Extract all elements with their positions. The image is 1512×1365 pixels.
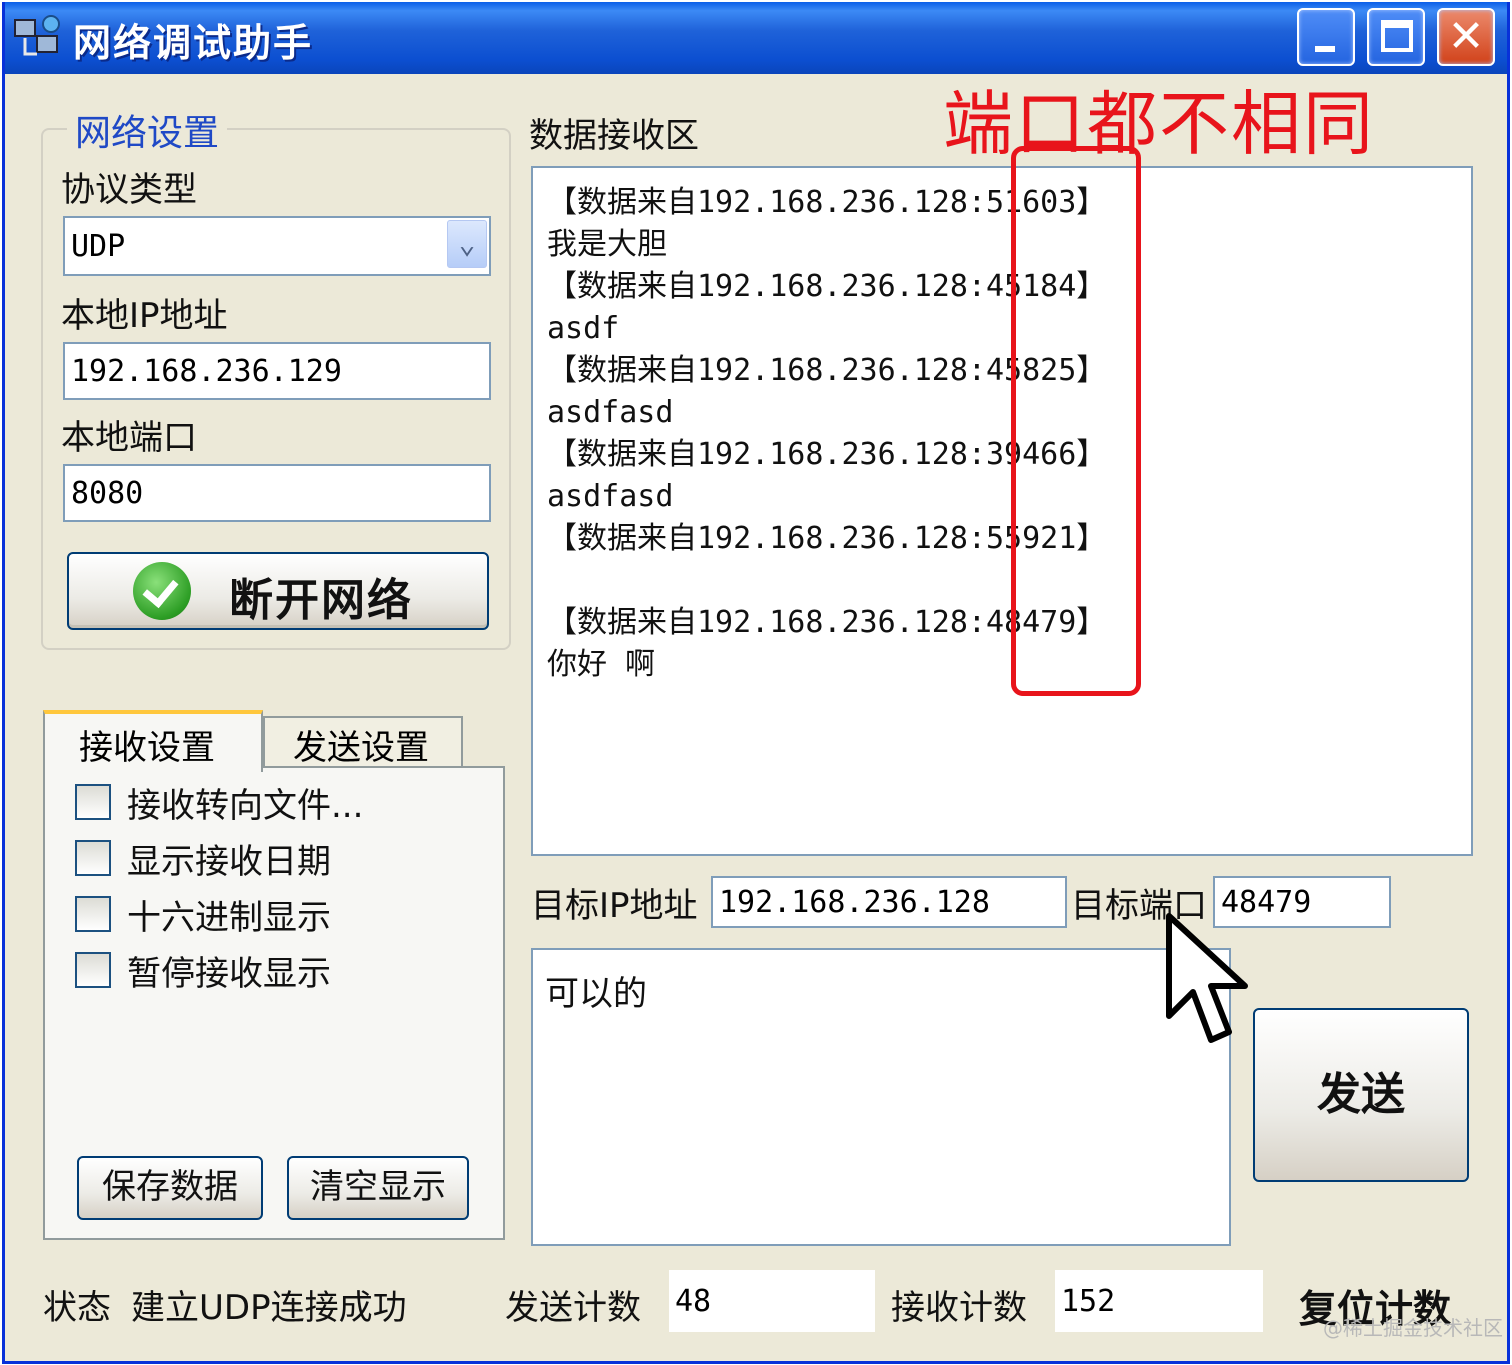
option-label: 接收转向文件... [127,778,363,827]
checkbox[interactable] [75,896,111,932]
option-pause-display[interactable]: 暂停接收显示 [75,948,331,992]
minimize-icon [1315,46,1335,52]
protocol-select[interactable]: UDP ⌄ [63,216,491,276]
receive-textarea[interactable]: 【数据来自192.168.236.128:51603】 我是大胆 【数据来自19… [531,166,1473,856]
option-label: 十六进制显示 [127,890,331,939]
receive-area-label: 数据接收区 [529,108,699,157]
checkbox[interactable] [75,840,111,876]
mouse-cursor-icon [1165,912,1255,1052]
local-ip-label: 本地IP地址 [61,288,228,337]
recv-line [547,560,1471,602]
checkbox[interactable] [75,952,111,988]
option-show-date[interactable]: 显示接收日期 [75,836,331,880]
option-label: 暂停接收显示 [127,946,331,995]
maximize-icon [1381,20,1413,52]
target-ip-label: 目标IP地址 [531,878,698,927]
recv-line: 【数据来自192.168.236.128:39466】 [547,434,1471,476]
sent-count-label: 发送计数 [505,1280,641,1329]
recv-line: 【数据来自192.168.236.128:48479】 [547,602,1471,644]
recv-line: asdfasd [547,476,1471,518]
local-port-label: 本地端口 [61,410,197,459]
recv-line: 【数据来自192.168.236.128:51603】 [547,182,1471,224]
disconnect-button-label: 断开网络 [229,564,413,628]
recv-line: 你好 啊 [547,644,1471,686]
window-title: 网络调试助手 [73,12,313,67]
close-icon: ✕ [1439,10,1493,64]
title-bar[interactable]: 网络调试助手 ✕ [5,2,1507,74]
recv-count-value: 152 [1055,1270,1263,1332]
save-data-button[interactable]: 保存数据 [77,1156,263,1220]
option-hex-display[interactable]: 十六进制显示 [75,892,331,936]
status-value: 建立UDP连接成功 [131,1280,407,1329]
local-ip-input[interactable]: 192.168.236.129 [63,342,491,400]
recv-line: 【数据来自192.168.236.128:55921】 [547,518,1471,560]
clear-display-button[interactable]: 清空显示 [287,1156,469,1220]
maximize-button[interactable] [1367,8,1425,66]
recv-line: asdfasd [547,392,1471,434]
recv-line: 【数据来自192.168.236.128:45184】 [547,266,1471,308]
close-button[interactable]: ✕ [1437,8,1495,66]
recv-line: 【数据来自192.168.236.128:45825】 [547,350,1471,392]
target-ip-input[interactable]: 192.168.236.128 [711,876,1067,928]
protocol-value: UDP [71,229,125,264]
option-label: 显示接收日期 [127,834,331,883]
tab-receive-settings[interactable]: 接收设置 [43,710,263,772]
option-redirect-to-file[interactable]: 接收转向文件... [75,780,363,824]
send-button[interactable]: 发送 [1253,1008,1469,1182]
recv-line: 我是大胆 [547,224,1471,266]
tab-send-settings[interactable]: 发送设置 [263,716,463,766]
annotation-text: 端口都不相同 [943,68,1375,169]
protocol-label: 协议类型 [61,162,197,211]
disconnect-button[interactable]: 断开网络 [67,552,489,630]
check-circle-icon [133,562,191,620]
sent-count-value: 48 [669,1270,875,1332]
status-label: 状态 [43,1280,111,1329]
minimize-button[interactable] [1297,8,1355,66]
watermark: @稀土掘金技术社区 [1323,1312,1503,1341]
network-computers-icon [13,14,63,64]
network-settings-legend: 网络设置 [67,104,227,156]
recv-line: asdf [547,308,1471,350]
local-port-input[interactable]: 8080 [63,464,491,522]
annotation-highlight-box [1011,146,1141,696]
checkbox[interactable] [75,784,111,820]
recv-count-label: 接收计数 [891,1280,1027,1329]
chevron-down-icon[interactable]: ⌄ [447,220,487,268]
app-window: 网络调试助手 ✕ 网络设置 协议类型 UDP ⌄ 本地IP地址 192.168.… [2,2,1510,1364]
send-textarea[interactable]: 可以的 [531,948,1231,1246]
